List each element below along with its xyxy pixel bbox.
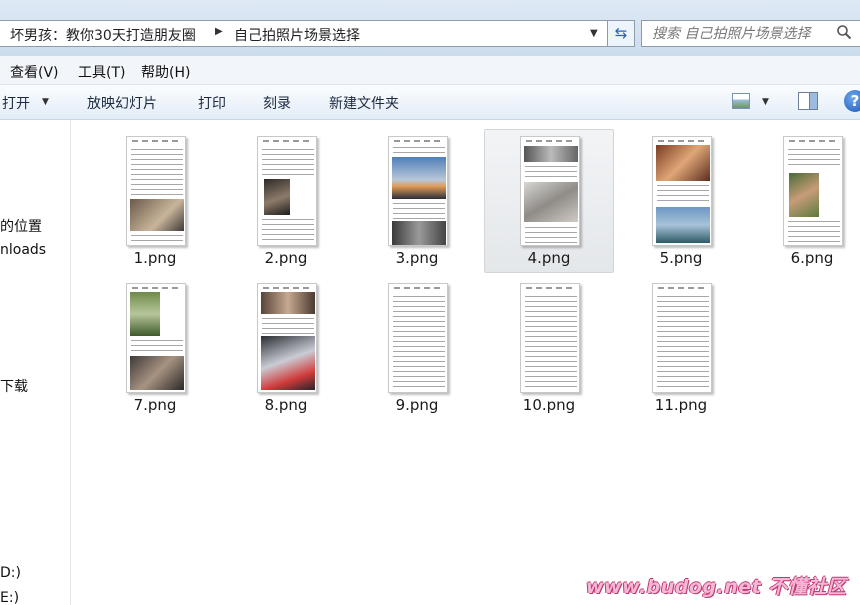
file-item-selected[interactable]: 4.png (484, 129, 614, 273)
view-dropdown-icon[interactable]: ▼ (762, 97, 769, 107)
help-icon[interactable]: ? (844, 90, 860, 112)
file-name: 9.png (395, 396, 439, 414)
file-name: 1.png (133, 249, 177, 267)
file-name: 6.png (790, 249, 834, 267)
image-thumbnail (652, 283, 712, 393)
file-name: 7.png (133, 396, 177, 414)
open-dropdown-icon[interactable]: ▼ (42, 97, 49, 107)
search-input[interactable] (641, 20, 860, 47)
file-name: 3.png (395, 249, 439, 267)
menu-help[interactable]: 帮助(H) (141, 62, 190, 82)
breadcrumb-parent[interactable]: 坏男孩：教你30天打造朋友圈 (10, 25, 196, 45)
file-list: 1.png 2.png 3.png 4.png 5.png 6.png 7.pn… (71, 120, 860, 605)
file-item[interactable]: 8.png (221, 276, 351, 420)
menu-tools[interactable]: 工具(T) (78, 62, 125, 82)
change-view-icon[interactable] (732, 93, 750, 109)
site-watermark: www.budog.net 不懂社区 (586, 576, 847, 598)
file-item[interactable]: 5.png (616, 129, 746, 273)
file-item[interactable]: 7.png (90, 276, 220, 420)
address-dropdown-icon[interactable]: ▼ (590, 28, 598, 39)
file-name: 11.png (654, 396, 708, 414)
image-thumbnail (652, 136, 712, 246)
image-thumbnail (783, 136, 843, 246)
nav-item-download-cn[interactable]: 下载 (0, 376, 28, 396)
slideshow-button[interactable]: 放映幻灯片 (87, 93, 157, 113)
file-item[interactable]: 11.png (616, 276, 746, 420)
nav-item-recent-places[interactable]: 的位置 (0, 216, 42, 236)
title-area: 坏男孩：教你30天打造朋友圈 ▶ 自己拍照片场景选择 ▼ ⇆ (0, 0, 860, 56)
image-thumbnail (520, 136, 580, 246)
file-item[interactable]: 1.png (90, 129, 220, 273)
navigation-pane: 的位置 nloads 下载 D:) E:) (0, 120, 71, 605)
menu-view[interactable]: 查看(V) (10, 62, 59, 82)
file-item[interactable]: 3.png (352, 129, 482, 273)
image-thumbnail (126, 136, 186, 246)
image-thumbnail (257, 136, 317, 246)
preview-pane-icon[interactable] (798, 92, 818, 110)
menu-bar: 查看(V) 工具(T) 帮助(H) (0, 56, 860, 85)
magnifier-icon[interactable] (836, 24, 852, 40)
nav-item-drive-d[interactable]: D:) (0, 565, 21, 581)
file-name: 4.png (527, 249, 571, 267)
image-thumbnail (388, 136, 448, 246)
print-button[interactable]: 打印 (198, 93, 226, 113)
file-name: 5.png (659, 249, 703, 267)
image-thumbnail (257, 283, 317, 393)
nav-item-drive-e[interactable]: E:) (0, 590, 19, 605)
file-name: 10.png (522, 396, 576, 414)
open-button[interactable]: 打开 (2, 93, 30, 113)
image-thumbnail (520, 283, 580, 393)
address-bar[interactable]: 坏男孩：教你30天打造朋友圈 ▶ 自己拍照片场景选择 ▼ (0, 20, 608, 47)
image-thumbnail (126, 283, 186, 393)
file-item[interactable]: 10.png (484, 276, 614, 420)
file-name: 2.png (264, 249, 308, 267)
file-name: 8.png (264, 396, 308, 414)
file-item[interactable]: 9.png (352, 276, 482, 420)
image-thumbnail (388, 283, 448, 393)
nav-item-downloads[interactable]: nloads (0, 242, 46, 258)
refresh-icon[interactable]: ⇆ (607, 20, 635, 47)
breadcrumb-separator-icon[interactable]: ▶ (215, 26, 223, 37)
new-folder-button[interactable]: 新建文件夹 (329, 93, 399, 113)
command-bar: 打开 ▼ 放映幻灯片 打印 刻录 新建文件夹 (0, 85, 860, 120)
burn-button[interactable]: 刻录 (263, 93, 291, 113)
breadcrumb-current[interactable]: 自己拍照片场景选择 (234, 25, 360, 45)
file-item[interactable]: 6.png (747, 129, 860, 273)
file-item[interactable]: 2.png (221, 129, 351, 273)
